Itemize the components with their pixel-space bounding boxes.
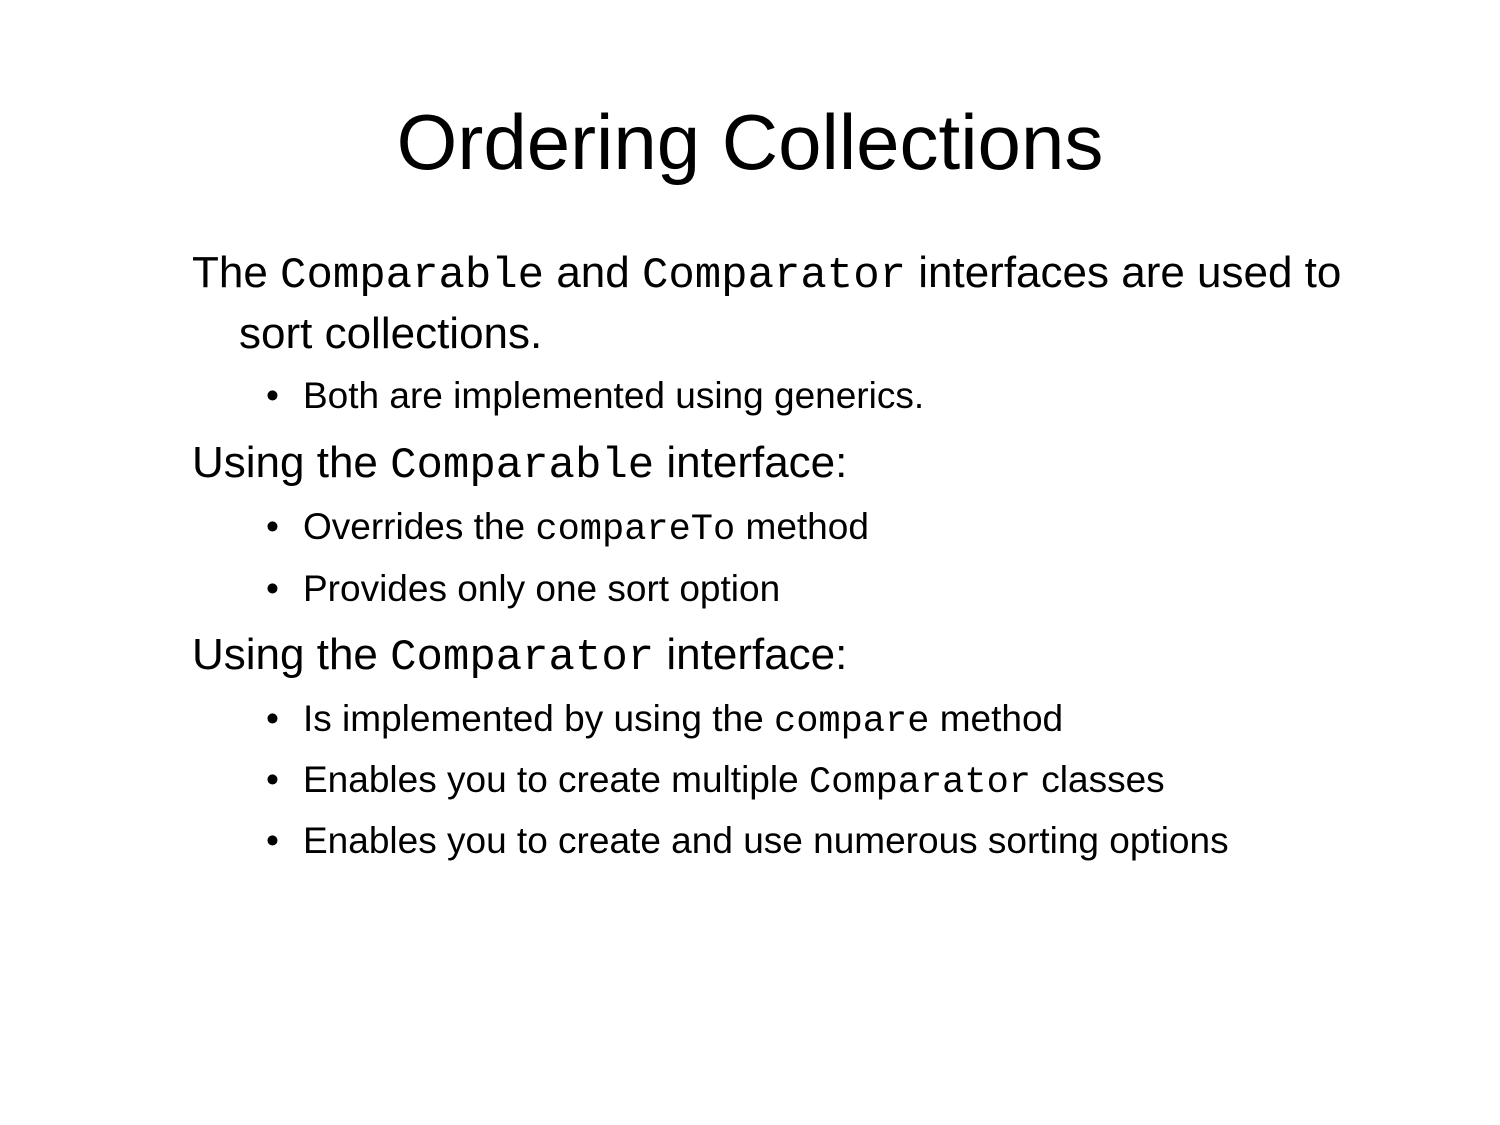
comparator-bullet-text-2: method bbox=[929, 698, 1064, 739]
intro-code-comparator: Comparator bbox=[641, 251, 907, 301]
comparable-bullet-item: • Overrides the compareTo method bbox=[266, 503, 1446, 554]
comparable-heading-text-1: Using the bbox=[192, 438, 391, 487]
bullet-icon: • bbox=[266, 698, 279, 739]
slide: Ordering Collections The Comparable and … bbox=[0, 0, 1500, 1125]
comparator-bullet-item: • Is implemented by using the compare met… bbox=[266, 695, 1446, 746]
bullet-icon: • bbox=[266, 759, 279, 800]
bullet-icon: • bbox=[266, 375, 279, 416]
comparable-heading-text-2: interface: bbox=[654, 438, 848, 487]
intro-text-1: The bbox=[192, 248, 281, 297]
comparator-bullet-item: • Enables you to create multiple Comparat… bbox=[266, 756, 1446, 807]
intro-code-comparable: Comparable bbox=[280, 251, 545, 301]
intro-bullet-text: Both are implemented using generics. bbox=[303, 375, 925, 416]
comparator-bullet-code: compare bbox=[773, 701, 930, 743]
comparable-bullet-text-1: Overrides the bbox=[303, 506, 536, 547]
slide-title: Ordering Collections bbox=[396, 98, 1104, 186]
intro-paragraph: The Comparable and Comparator interfaces… bbox=[192, 244, 1419, 363]
comparable-bullet-text-2: method bbox=[735, 506, 869, 547]
intro-bullet-item: • Both are implemented using generics. bbox=[266, 372, 1446, 420]
comparable-heading-code: Comparable bbox=[390, 441, 655, 491]
comparator-heading: Using the Comparator interface: bbox=[192, 626, 1419, 687]
comparator-bullet-text-2: classes bbox=[1031, 759, 1165, 800]
comparable-bullet-item: • Provides only one sort option bbox=[266, 565, 1446, 613]
comparator-bullet-item: • Enables you to create and use numerous … bbox=[266, 817, 1446, 865]
comparable-bullet-text: Provides only one sort option bbox=[303, 568, 781, 609]
bullet-icon: • bbox=[266, 820, 279, 861]
comparable-heading: Using the Comparable interface: bbox=[192, 434, 1419, 495]
comparator-bullet-text-1: Enables you to create multiple bbox=[303, 759, 809, 800]
bullet-icon: • bbox=[266, 506, 279, 547]
comparable-bullet-code: compareTo bbox=[535, 509, 736, 551]
comparator-heading-code: Comparator bbox=[390, 633, 655, 683]
comparator-bullet-text-1: Is implemented by using the bbox=[303, 698, 774, 739]
comparator-bullet-code: Comparator bbox=[808, 762, 1031, 804]
comparator-bullet-text: Enables you to create and use numerous s… bbox=[303, 820, 1229, 861]
intro-text-2: and bbox=[544, 248, 642, 297]
bullet-icon: • bbox=[266, 568, 279, 609]
comparator-heading-text-2: interface: bbox=[654, 630, 848, 679]
comparator-heading-text-1: Using the bbox=[192, 630, 391, 679]
